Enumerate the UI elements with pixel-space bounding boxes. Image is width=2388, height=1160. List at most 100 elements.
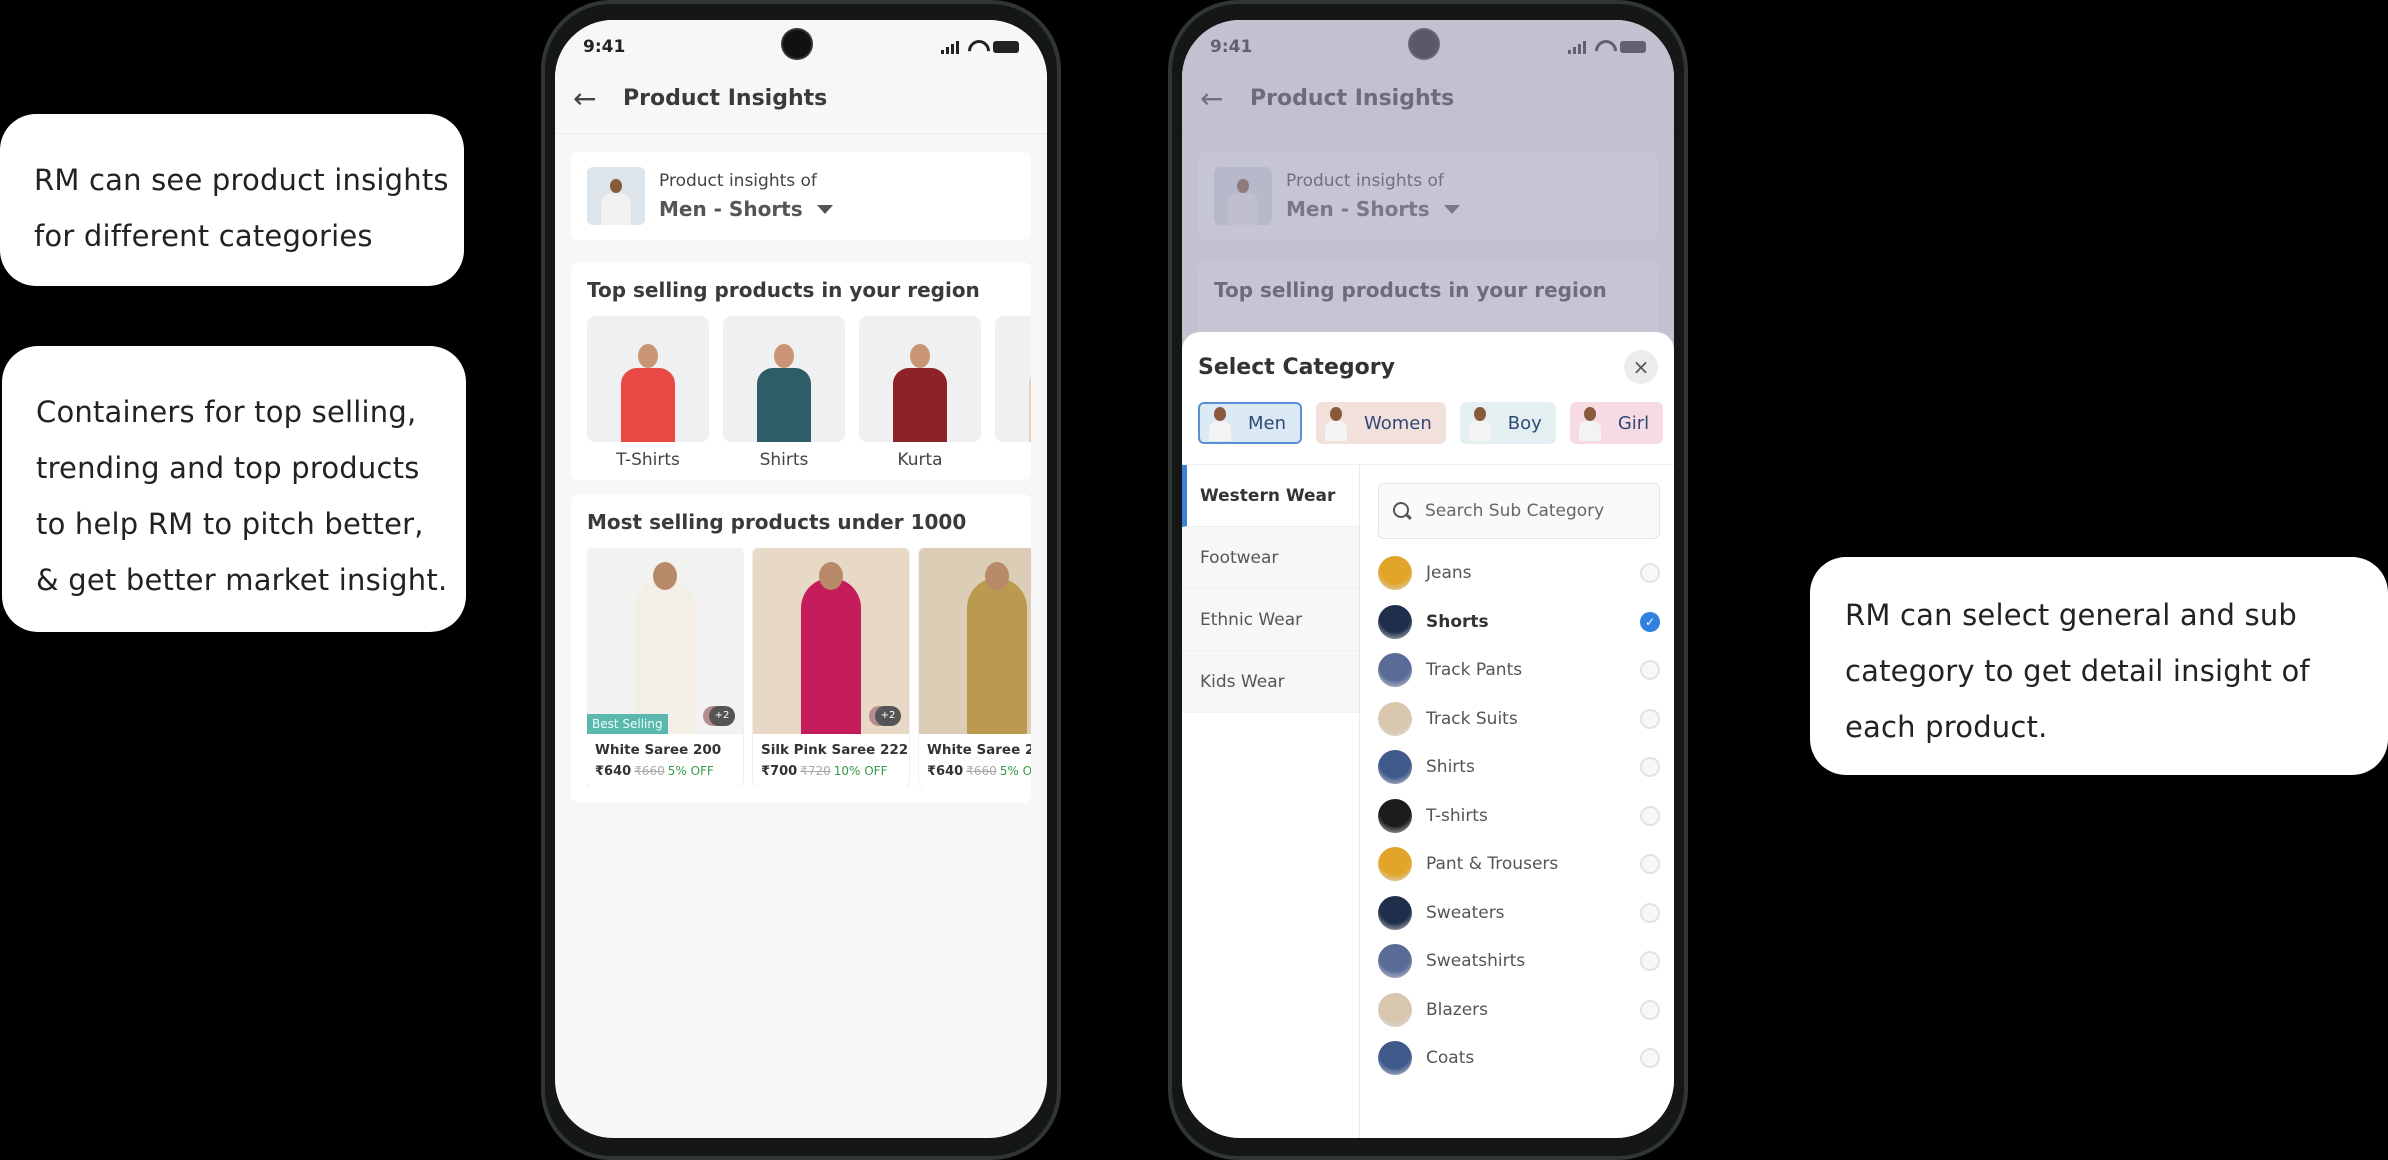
subcategory-label: Shirts (1426, 757, 1475, 778)
subcategory-label: Coats (1426, 1048, 1475, 1069)
product-card[interactable]: Best Selling +2 White Saree 200 ₹640 ₹660 5% … (587, 548, 743, 787)
radio-icon[interactable] (1640, 1048, 1660, 1069)
product-discount: 5% OFF (999, 764, 1031, 778)
product-card[interactable]: White Saree 200 ₹640₹6605% OFF (919, 548, 1031, 787)
callout-select-category: RM can select general and sub category t… (1810, 557, 2388, 775)
product-name: White Saree 200 (927, 742, 1031, 758)
top-selling-item[interactable]: T-Shirts (587, 316, 709, 470)
top-selling-item[interactable]: Shirts (723, 316, 845, 470)
subcategory-item[interactable]: Track Suits (1378, 695, 1660, 744)
radio-icon[interactable] (1640, 999, 1660, 1020)
product-discount: 5% OFF (667, 764, 714, 778)
gender-chip-women[interactable]: Women (1316, 402, 1446, 444)
chip-label: Boy (1507, 412, 1542, 434)
subcategory-label: Jeans (1426, 563, 1472, 584)
radio-icon[interactable] (1640, 757, 1660, 778)
subcategory-label: Shorts (1426, 611, 1489, 632)
product-discount: 10% OFF (833, 764, 888, 778)
select-category-sheet: Select Category × Men Women Boy Girl Wester… (1182, 332, 1674, 1138)
select-category-screen: 9:41 ← Product Insights Product insights… (1182, 20, 1674, 1138)
radio-icon[interactable] (1640, 854, 1660, 875)
chip-avatar (1466, 405, 1494, 441)
sheet-title: Select Category (1198, 354, 1395, 380)
category-selector[interactable]: Product insights of Men - Shorts (571, 152, 1031, 240)
category-avatar (587, 167, 645, 225)
subcategory-item[interactable]: Pant & Trousers (1378, 840, 1660, 889)
product-mrp: ₹720 (800, 764, 831, 778)
category-nav-item[interactable]: Ethnic Wear (1182, 589, 1359, 651)
top-selling-label: T-Shirts (616, 450, 680, 470)
gender-chip-girl[interactable]: Girl (1569, 402, 1664, 444)
subcategory-label: Track Pants (1426, 660, 1523, 681)
product-price: ₹700 (761, 764, 798, 779)
top-selling-item[interactable] (995, 316, 1031, 470)
phone-frame: 9:41 ← Product Insights Product insights… (1168, 0, 1688, 1160)
under-1000-section: Most selling products under 1000 Best Se… (571, 494, 1031, 803)
category-nav-item[interactable]: Footwear (1182, 527, 1359, 589)
section-heading: Top selling products in your region (587, 278, 980, 302)
product-info: White Saree 200 ₹640₹6605% OFF (587, 734, 743, 787)
subcategory-item[interactable]: Sweatshirts (1378, 937, 1660, 986)
radio-icon[interactable] (1640, 902, 1660, 923)
category-nav-item[interactable]: Western Wear (1182, 465, 1359, 527)
callout-category-insights: RM can see product insights for differen… (0, 114, 464, 286)
product-image (723, 316, 845, 442)
dropdown-caret-icon[interactable] (816, 204, 833, 214)
gender-chip-men[interactable]: Men (1198, 402, 1303, 444)
subcategory-avatar (1378, 1041, 1412, 1076)
subcategory-label: Track Suits (1426, 708, 1518, 729)
category-nav-item[interactable]: Kids Wear (1182, 651, 1359, 713)
chip-avatar (1206, 405, 1234, 441)
close-icon[interactable]: × (1624, 350, 1658, 384)
product-mrp: ₹660 (634, 764, 665, 778)
chip-avatar (1322, 405, 1350, 441)
subcategory-item[interactable]: Jeans (1378, 549, 1660, 598)
callout-line: trending and top products (36, 451, 420, 485)
radio-icon[interactable] (1640, 951, 1660, 972)
gender-chip-boy[interactable]: Boy (1459, 402, 1556, 444)
product-image (587, 316, 709, 442)
product-name: White Saree 200 (595, 742, 722, 758)
product-price: ₹640 (595, 764, 632, 779)
subcategory-avatar (1378, 992, 1412, 1027)
section-heading: Most selling products under 1000 (587, 510, 967, 534)
wifi-icon (967, 40, 985, 54)
camera-icon (783, 30, 811, 58)
top-selling-label: Kurta (897, 450, 943, 470)
subcategory-item[interactable]: Coats (1378, 1034, 1660, 1083)
radio-icon[interactable] (1640, 563, 1660, 584)
chip-label: Girl (1617, 412, 1650, 434)
chip-label: Women (1364, 412, 1432, 434)
subcategory-avatar (1378, 847, 1412, 882)
subcategory-avatar (1378, 556, 1412, 591)
subcategory-item[interactable]: T-shirts (1378, 792, 1660, 841)
back-arrow-icon[interactable]: ← (573, 84, 603, 113)
radio-icon[interactable] (1640, 708, 1660, 729)
subcategory-avatar (1378, 750, 1412, 785)
chip-label: Men (1248, 412, 1287, 434)
subcategory-avatar (1378, 798, 1412, 833)
subcategory-item[interactable]: Shirts (1378, 743, 1660, 792)
more-colors-badge: +2 (709, 706, 735, 726)
status-time: 9:41 (583, 37, 626, 57)
search-sub-category-input[interactable]: Search Sub Category (1378, 483, 1660, 539)
top-selling-item[interactable]: Kurta (859, 316, 981, 470)
checked-radio-icon[interactable]: ✓ (1640, 611, 1660, 632)
more-colors-badge: +2 (875, 706, 901, 726)
subcategory-item[interactable]: Sweaters (1378, 889, 1660, 938)
radio-icon[interactable] (1640, 660, 1660, 681)
product-price-row: ₹700 ₹720 10% OFF (761, 764, 901, 779)
subcategory-item[interactable]: Blazers (1378, 986, 1660, 1035)
product-price-row: ₹640₹6605% OFF (595, 764, 735, 779)
category-nav: Western Wear Footwear Ethnic Wear Kids Wear (1182, 465, 1360, 1138)
radio-icon[interactable] (1640, 805, 1660, 826)
callout-line: to help RM to pitch better, (36, 507, 424, 541)
subcategory-item[interactable]: Shorts ✓ (1378, 598, 1660, 647)
subcategory-label: Pant & Trousers (1426, 854, 1559, 875)
product-card[interactable]: +2 Silk Pink Saree 2221 ₹700 ₹720 10% OFF (753, 548, 909, 787)
product-image (859, 316, 981, 442)
subcategory-item[interactable]: Track Pants (1378, 646, 1660, 695)
top-selling-label: Shirts (759, 450, 809, 470)
search-placeholder: Search Sub Category (1425, 501, 1605, 521)
best-selling-badge: Best Selling (587, 714, 668, 734)
